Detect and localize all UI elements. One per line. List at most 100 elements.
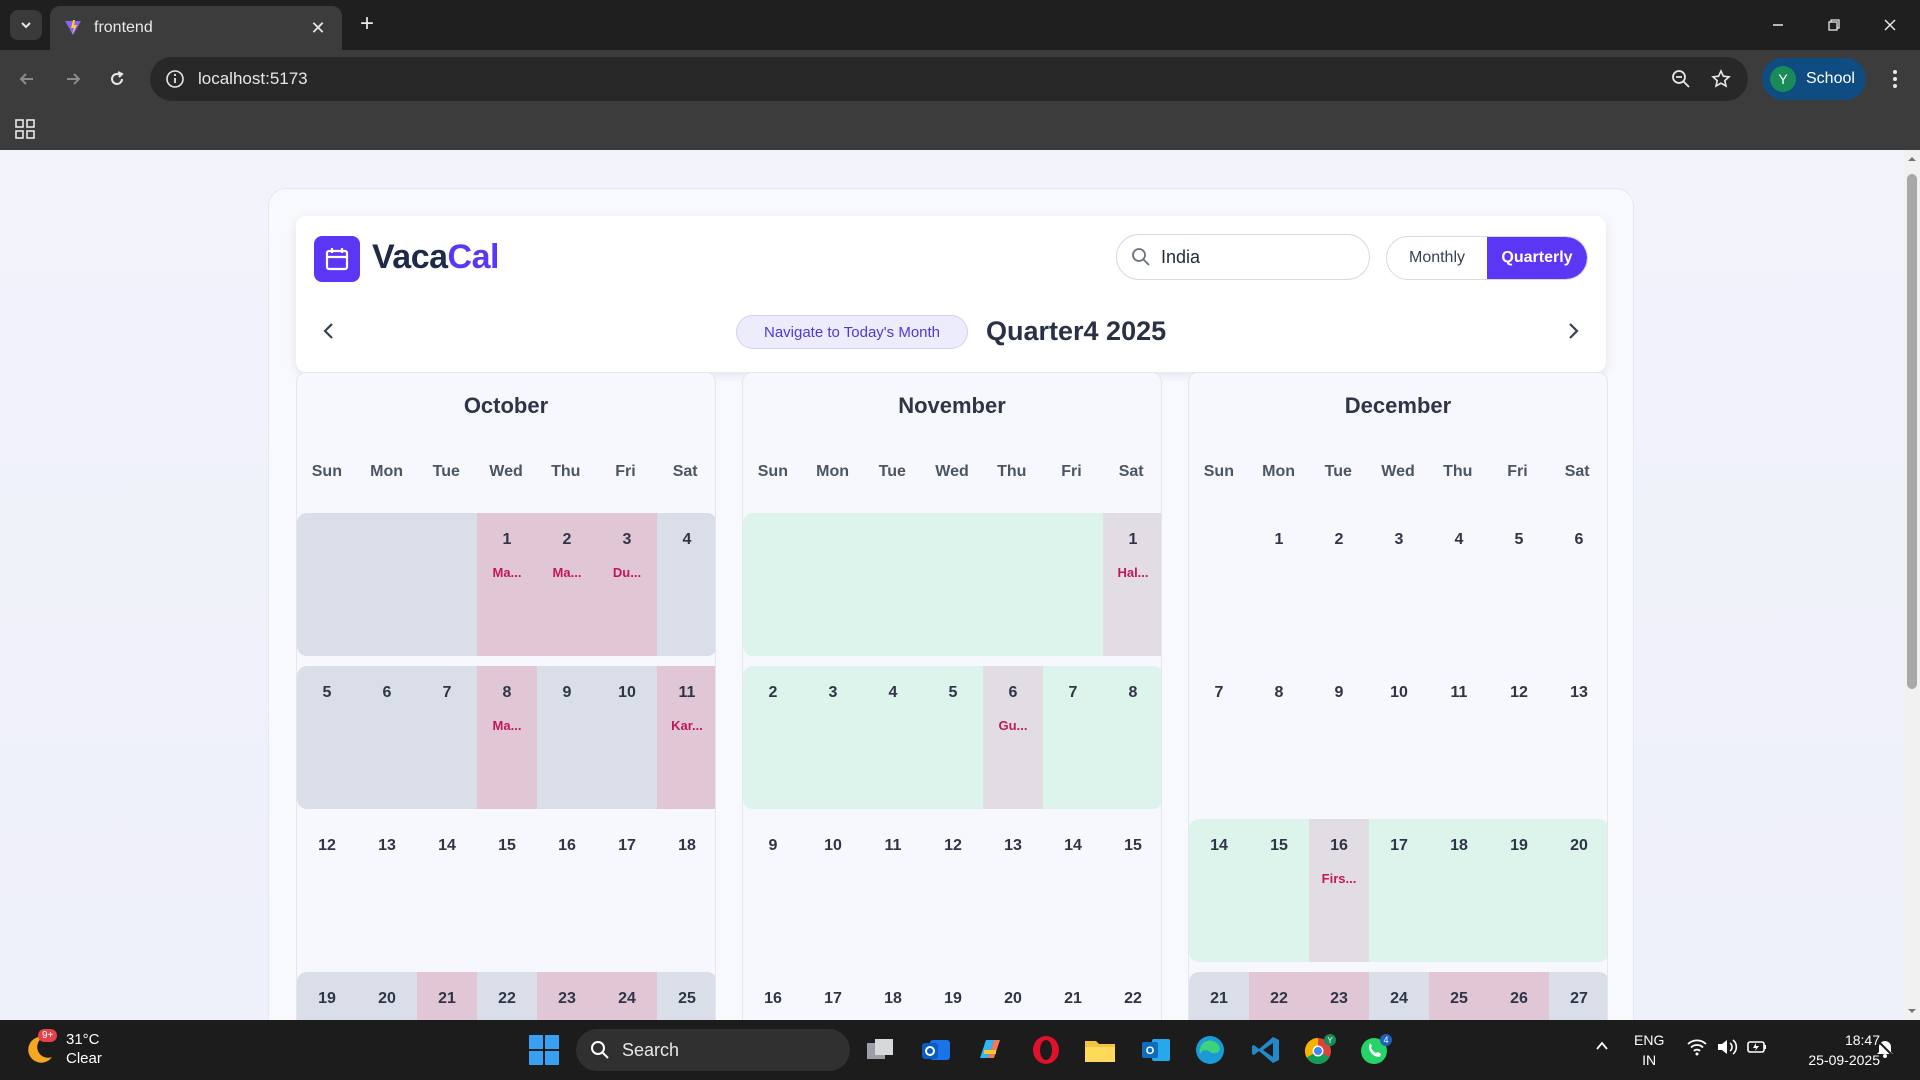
day-cell[interactable]: 14 (1043, 819, 1103, 962)
system-clock[interactable]: 18:47 25-09-2025 (1786, 1030, 1880, 1070)
holiday-day-cell[interactable]: 2 Ma... (537, 513, 597, 656)
day-cell[interactable]: 2 (1309, 513, 1369, 656)
copilot-icon[interactable] (972, 1032, 1008, 1068)
day-cell[interactable]: 7 (1189, 666, 1249, 809)
day-cell[interactable]: 22 (477, 972, 537, 1020)
day-cell[interactable]: 17 (803, 972, 863, 1020)
weather-widget[interactable]: 9+ 31°C Clear (22, 1029, 102, 1068)
holiday-day-cell[interactable]: 3 Du... (597, 513, 657, 656)
day-cell[interactable]: 24 (1369, 972, 1429, 1020)
wifi-icon[interactable] (1686, 1038, 1708, 1056)
day-cell[interactable]: 16 (743, 972, 803, 1020)
day-cell[interactable]: 8 (1249, 666, 1309, 809)
holiday-day-cell[interactable]: 23... (1309, 972, 1369, 1020)
day-cell[interactable]: 25 (657, 972, 715, 1020)
day-cell[interactable]: 7 (417, 666, 477, 809)
file-explorer-icon[interactable] (1082, 1032, 1118, 1068)
day-cell[interactable]: 10 (803, 819, 863, 962)
address-bar[interactable]: localhost:5173 (150, 57, 1748, 101)
holiday-day-cell[interactable]: 1 Ma... (477, 513, 537, 656)
holiday-day-cell[interactable]: 6 Gu... (983, 666, 1043, 809)
day-cell[interactable]: 15 (1249, 819, 1309, 962)
day-cell[interactable]: 12 (923, 819, 983, 962)
day-cell[interactable]: 11 (863, 819, 923, 962)
day-cell[interactable]: 20 (357, 972, 417, 1020)
forward-button[interactable] (58, 64, 88, 94)
task-view-icon[interactable] (862, 1032, 898, 1068)
day-cell[interactable]: 4 (657, 513, 715, 656)
day-cell[interactable]: 27 (1549, 972, 1607, 1020)
day-cell[interactable]: 5 (923, 666, 983, 809)
day-cell[interactable]: 4 (1429, 513, 1489, 656)
start-button[interactable] (528, 1034, 560, 1066)
bookmark-star-icon[interactable] (1708, 66, 1734, 92)
day-cell[interactable]: 8 (1103, 666, 1161, 809)
outlook-new-icon[interactable] (918, 1032, 954, 1068)
day-cell[interactable]: 6 (357, 666, 417, 809)
reload-button[interactable] (102, 64, 132, 94)
day-cell[interactable]: 12 (297, 819, 357, 962)
day-cell[interactable]: 18 (1429, 819, 1489, 962)
next-quarter-button[interactable] (1558, 316, 1588, 346)
holiday-label[interactable]: Ma... (537, 565, 597, 580)
new-tab-button[interactable]: + (352, 10, 382, 40)
day-cell[interactable]: 9 (1309, 666, 1369, 809)
day-cell[interactable]: 5 (297, 666, 357, 809)
day-cell[interactable]: 11 (1429, 666, 1489, 809)
day-cell[interactable]: 20 (983, 972, 1043, 1020)
day-cell[interactable]: 16 (537, 819, 597, 962)
day-cell[interactable]: 5 (1489, 513, 1549, 656)
navigate-today-button[interactable]: Navigate to Today's Month (736, 315, 968, 349)
day-cell[interactable]: 3 (803, 666, 863, 809)
day-cell[interactable]: 4 (863, 666, 923, 809)
chevron-up-icon[interactable] (1592, 1038, 1612, 1054)
page-scrollbar[interactable] (1904, 150, 1920, 1020)
opera-icon[interactable] (1028, 1032, 1064, 1068)
tab-search-button[interactable] (10, 10, 42, 40)
holiday-day-cell[interactable]: 23G... (537, 972, 597, 1020)
day-cell[interactable]: 17 (597, 819, 657, 962)
day-cell[interactable]: 13 (1549, 666, 1607, 809)
holiday-day-cell[interactable]: 16 Firs... (1309, 819, 1369, 962)
day-cell[interactable]: 13 (983, 819, 1043, 962)
day-cell[interactable]: 21 (1043, 972, 1103, 1020)
day-cell[interactable]: 12 (1489, 666, 1549, 809)
day-cell[interactable]: 13 (357, 819, 417, 962)
day-cell[interactable]: 14 (417, 819, 477, 962)
browser-tab[interactable]: frontend ✕ (50, 6, 342, 50)
day-cell[interactable]: 7 (1043, 666, 1103, 809)
day-cell[interactable]: 10 (597, 666, 657, 809)
holiday-label[interactable]: Firs... (1309, 871, 1369, 886)
holiday-day-cell[interactable]: 21Di... (417, 972, 477, 1020)
holiday-label[interactable]: Kar... (657, 718, 715, 733)
chrome-icon[interactable]: Y (1302, 1032, 1338, 1068)
holiday-label[interactable]: Hal... (1103, 565, 1161, 580)
outlook-classic-icon[interactable]: O (1138, 1032, 1174, 1068)
apps-grid-icon[interactable] (12, 116, 38, 142)
quarterly-view-button[interactable]: Quarterly (1487, 237, 1587, 279)
day-cell[interactable]: 19 (1489, 819, 1549, 962)
edge-icon[interactable] (1192, 1032, 1228, 1068)
holiday-day-cell[interactable]: 26Ch... (1489, 972, 1549, 1020)
day-cell[interactable]: 18 (657, 819, 715, 962)
volume-icon[interactable] (1716, 1038, 1738, 1056)
vscode-icon[interactable] (1248, 1032, 1284, 1068)
browser-menu-button[interactable] (1880, 64, 1910, 94)
monthly-view-button[interactable]: Monthly (1387, 237, 1487, 279)
holiday-label[interactable]: Ma... (477, 565, 537, 580)
day-cell[interactable]: 17 (1369, 819, 1429, 962)
close-window-button[interactable] (1870, 10, 1910, 40)
notification-bell-icon[interactable] (1874, 1038, 1896, 1058)
holiday-day-cell[interactable]: 25Ch... (1429, 972, 1489, 1020)
language-indicator[interactable]: ENG IN (1634, 1030, 1664, 1070)
holiday-day-cell[interactable]: 22D... (1249, 972, 1309, 1020)
day-cell[interactable]: 15 (1103, 819, 1161, 962)
site-info-icon[interactable] (162, 66, 188, 92)
previous-quarter-button[interactable] (314, 316, 344, 346)
zoom-icon[interactable] (1668, 66, 1694, 92)
day-cell[interactable]: 1 (1249, 513, 1309, 656)
day-cell[interactable]: 19 (297, 972, 357, 1020)
profile-button[interactable]: Y School (1762, 58, 1866, 100)
holiday-day-cell[interactable]: 1 Hal... (1103, 513, 1161, 656)
whatsapp-icon[interactable]: 4 (1358, 1032, 1394, 1068)
